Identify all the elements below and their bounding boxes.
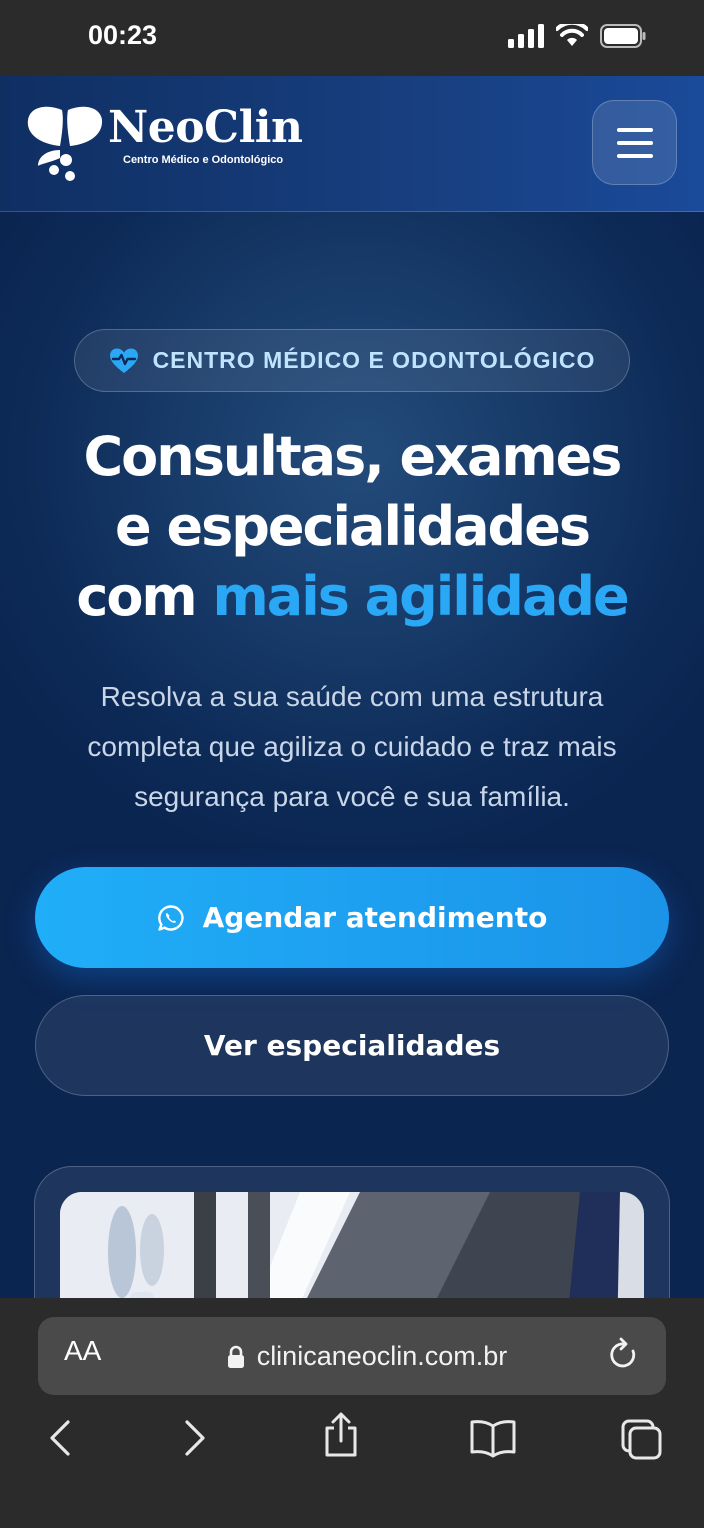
wifi-icon <box>556 24 588 46</box>
tabs-icon[interactable] <box>620 1418 664 1460</box>
view-specialties-label: Ver especialidades <box>203 1029 501 1062</box>
site-header: NeoClin Centro Médico e Odontológico <box>0 76 704 212</box>
schedule-appointment-button[interactable]: Agendar atendimento <box>35 867 669 968</box>
menu-button[interactable] <box>592 100 677 185</box>
view-specialties-button[interactable]: Ver especialidades <box>35 995 669 1096</box>
hamburger-icon-line <box>616 153 653 158</box>
clinic-interior-image <box>60 1192 644 1298</box>
hero-title-line3: com <box>76 565 197 628</box>
address-bar[interactable]: AA clinicaneoclin.com.br <box>38 1317 666 1395</box>
lock-icon <box>227 1345 244 1368</box>
battery-icon <box>600 24 646 48</box>
url-display[interactable]: clinicaneoclin.com.br <box>38 1341 666 1376</box>
hero-title-line1: Consultas, exames <box>83 425 623 488</box>
bookmarks-icon[interactable] <box>469 1418 517 1458</box>
whatsapp-icon <box>157 904 184 931</box>
cellular-signal-icon <box>508 24 544 48</box>
heart-pulse-icon <box>109 348 138 373</box>
url-text: clinicaneoclin.com.br <box>256 1341 508 1371</box>
hero-subtitle: Resolva a sua saúde com uma estrutura co… <box>87 681 617 812</box>
clinic-photo <box>60 1192 644 1298</box>
status-icons <box>508 24 646 48</box>
logo[interactable]: NeoClin Centro Médico e Odontológico <box>26 102 326 192</box>
clinic-photo-card <box>34 1166 670 1298</box>
share-icon[interactable] <box>322 1412 360 1458</box>
hero-title-accent: mais agilidade <box>212 565 630 628</box>
hero-title-line2: e especialidades <box>115 495 591 558</box>
logo-mark-icon <box>27 106 103 181</box>
schedule-appointment-label: Agendar atendimento <box>202 901 548 934</box>
hamburger-icon <box>616 127 653 132</box>
browser-toolbar: AA clinicaneoclin.com.br <box>0 1298 704 1528</box>
status-time: 00:23 <box>88 20 158 50</box>
web-page: NeoClin Centro Médico e Odontológico CEN… <box>0 76 704 1298</box>
hero-badge: CENTRO MÉDICO E ODONTOLÓGICO <box>74 329 630 392</box>
hamburger-icon-line <box>616 140 653 145</box>
back-icon[interactable] <box>46 1418 72 1458</box>
browser-nav-row <box>0 1412 704 1478</box>
logo-tagline: Centro Médico e Odontológico <box>123 154 284 166</box>
hero-badge-text: CENTRO MÉDICO E ODONTOLÓGICO <box>152 347 596 373</box>
hero-title: Consultas, exames e especialidades com m… <box>20 422 684 632</box>
forward-icon[interactable] <box>183 1418 209 1458</box>
status-bar: 00:23 <box>0 0 704 76</box>
logo-name: NeoClin <box>108 102 303 153</box>
reload-icon[interactable] <box>608 1337 640 1373</box>
